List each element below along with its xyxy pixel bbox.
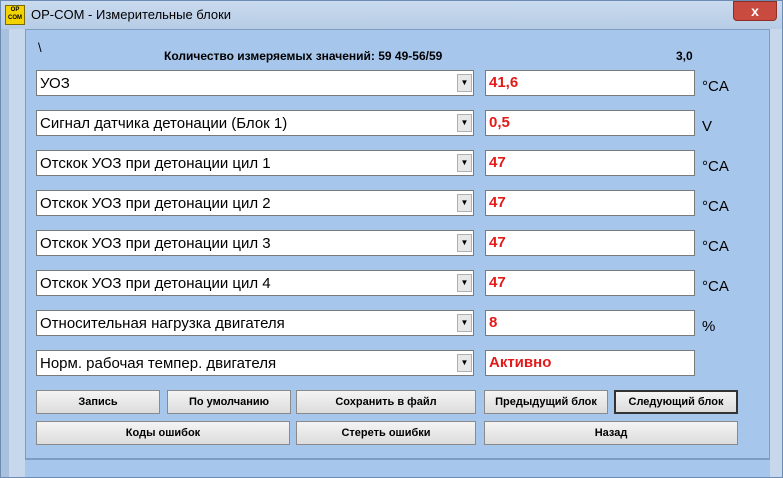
unit-label: °CA bbox=[702, 78, 729, 95]
next-block-button[interactable]: Следующий блок bbox=[614, 390, 738, 414]
chevron-down-icon[interactable]: ▼ bbox=[457, 194, 472, 212]
value-text: 47 bbox=[489, 234, 506, 251]
value-text: 0,5 bbox=[489, 114, 510, 131]
record-button[interactable]: Запись bbox=[36, 390, 160, 414]
parameter-label: Отскок УОЗ при детонации цил 2 bbox=[40, 195, 271, 212]
main-window: OP COM OP-COM - Измерительные блоки x \ … bbox=[0, 0, 783, 478]
value-field: 47 bbox=[485, 190, 695, 216]
parameter-select[interactable]: Сигнал датчика детонации (Блок 1) ▼ bbox=[36, 110, 474, 136]
measurement-row: Отскок УОЗ при детонации цил 4 ▼ 47 °CA bbox=[36, 270, 746, 298]
parameter-select[interactable]: УОЗ ▼ bbox=[36, 70, 474, 96]
version-label: 3,0 bbox=[676, 49, 693, 63]
measurement-row: Относительная нагрузка двигателя ▼ 8 % bbox=[36, 310, 746, 338]
right-frame bbox=[770, 29, 782, 477]
chevron-down-icon[interactable]: ▼ bbox=[457, 74, 472, 92]
value-field: 8 bbox=[485, 310, 695, 336]
parameter-select[interactable]: Отскок УОЗ при детонации цил 2 ▼ bbox=[36, 190, 474, 216]
value-text: 8 bbox=[489, 314, 498, 331]
unit-label: °CA bbox=[702, 238, 729, 255]
measurement-row: УОЗ ▼ 41,6 °CA bbox=[36, 70, 746, 98]
error-codes-button[interactable]: Коды ошибок bbox=[36, 421, 290, 445]
parameter-label: УОЗ bbox=[40, 75, 70, 92]
parameter-select[interactable]: Отскок УОЗ при детонации цил 1 ▼ bbox=[36, 150, 474, 176]
chevron-down-icon[interactable]: ▼ bbox=[457, 354, 472, 372]
parameter-label: Относительная нагрузка двигателя bbox=[40, 315, 285, 332]
parameter-select[interactable]: Отскок УОЗ при детонации цил 3 ▼ bbox=[36, 230, 474, 256]
unit-label: °CA bbox=[702, 278, 729, 295]
value-text: Активно bbox=[489, 354, 552, 371]
chevron-down-icon[interactable]: ▼ bbox=[457, 234, 472, 252]
value-field: Активно bbox=[485, 350, 695, 376]
parameter-label: Отскок УОЗ при детонации цил 4 bbox=[40, 275, 271, 292]
default-button[interactable]: По умолчанию bbox=[167, 390, 291, 414]
clear-errors-button[interactable]: Стереть ошибки bbox=[296, 421, 476, 445]
title-bar: OP COM OP-COM - Измерительные блоки x bbox=[1, 1, 782, 29]
chevron-down-icon[interactable]: ▼ bbox=[457, 114, 472, 132]
measurement-row: Сигнал датчика детонации (Блок 1) ▼ 0,5 … bbox=[36, 110, 746, 138]
chevron-down-icon[interactable]: ▼ bbox=[457, 154, 472, 172]
parameter-label: Норм. рабочая темпер. двигателя bbox=[40, 355, 277, 372]
back-button[interactable]: Назад bbox=[484, 421, 738, 445]
unit-label: V bbox=[702, 118, 713, 135]
unit-label: °CA bbox=[702, 158, 729, 175]
value-text: 41,6 bbox=[489, 74, 519, 91]
parameter-select[interactable]: Отскок УОЗ при детонации цил 4 ▼ bbox=[36, 270, 474, 296]
value-text: 47 bbox=[489, 274, 506, 291]
value-field: 41,6 bbox=[485, 70, 695, 96]
save-file-button[interactable]: Сохранить в файл bbox=[296, 390, 476, 414]
path-indicator: \ bbox=[38, 40, 42, 55]
measurement-row: Отскок УОЗ при детонации цил 1 ▼ 47 °CA bbox=[36, 150, 746, 178]
value-text: 47 bbox=[489, 154, 506, 171]
unit-label: % bbox=[702, 318, 716, 335]
measurement-row: Норм. рабочая темпер. двигателя ▼ Активн… bbox=[36, 350, 746, 378]
measurement-panel: \ Количество измеряемых значений: 59 49-… bbox=[25, 29, 770, 459]
window-title: OP-COM - Измерительные блоки bbox=[31, 7, 232, 22]
values-count: Количество измеряемых значений: 59 49-56… bbox=[164, 49, 443, 63]
parameter-label: Сигнал датчика детонации (Блок 1) bbox=[40, 115, 288, 132]
value-text: 47 bbox=[489, 194, 506, 211]
value-field: 0,5 bbox=[485, 110, 695, 136]
value-field: 47 bbox=[485, 230, 695, 256]
parameter-label: Отскок УОЗ при детонации цил 1 bbox=[40, 155, 271, 172]
measurement-row: Отскок УОЗ при детонации цил 3 ▼ 47 °CA bbox=[36, 230, 746, 258]
value-field: 47 bbox=[485, 150, 695, 176]
left-frame bbox=[9, 29, 25, 477]
app-icon: OP COM bbox=[5, 5, 25, 25]
measurement-row: Отскок УОЗ при детонации цил 2 ▼ 47 °CA bbox=[36, 190, 746, 218]
chevron-down-icon[interactable]: ▼ bbox=[457, 274, 472, 292]
value-field: 47 bbox=[485, 270, 695, 296]
parameter-select[interactable]: Норм. рабочая темпер. двигателя ▼ bbox=[36, 350, 474, 376]
prev-block-button[interactable]: Предыдущий блок bbox=[484, 390, 608, 414]
parameter-select[interactable]: Относительная нагрузка двигателя ▼ bbox=[36, 310, 474, 336]
chevron-down-icon[interactable]: ▼ bbox=[457, 314, 472, 332]
close-button[interactable]: x bbox=[733, 1, 777, 21]
status-bar bbox=[25, 459, 770, 477]
parameter-label: Отскок УОЗ при детонации цил 3 bbox=[40, 235, 271, 252]
unit-label: °CA bbox=[702, 198, 729, 215]
